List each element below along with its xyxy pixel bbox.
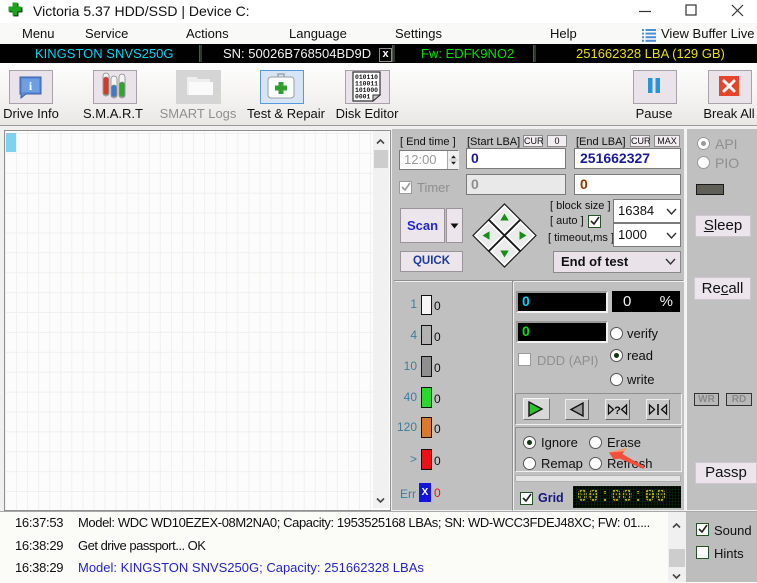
svg-text:0001: 0001 [355,94,371,101]
svg-text:?: ? [614,405,621,417]
